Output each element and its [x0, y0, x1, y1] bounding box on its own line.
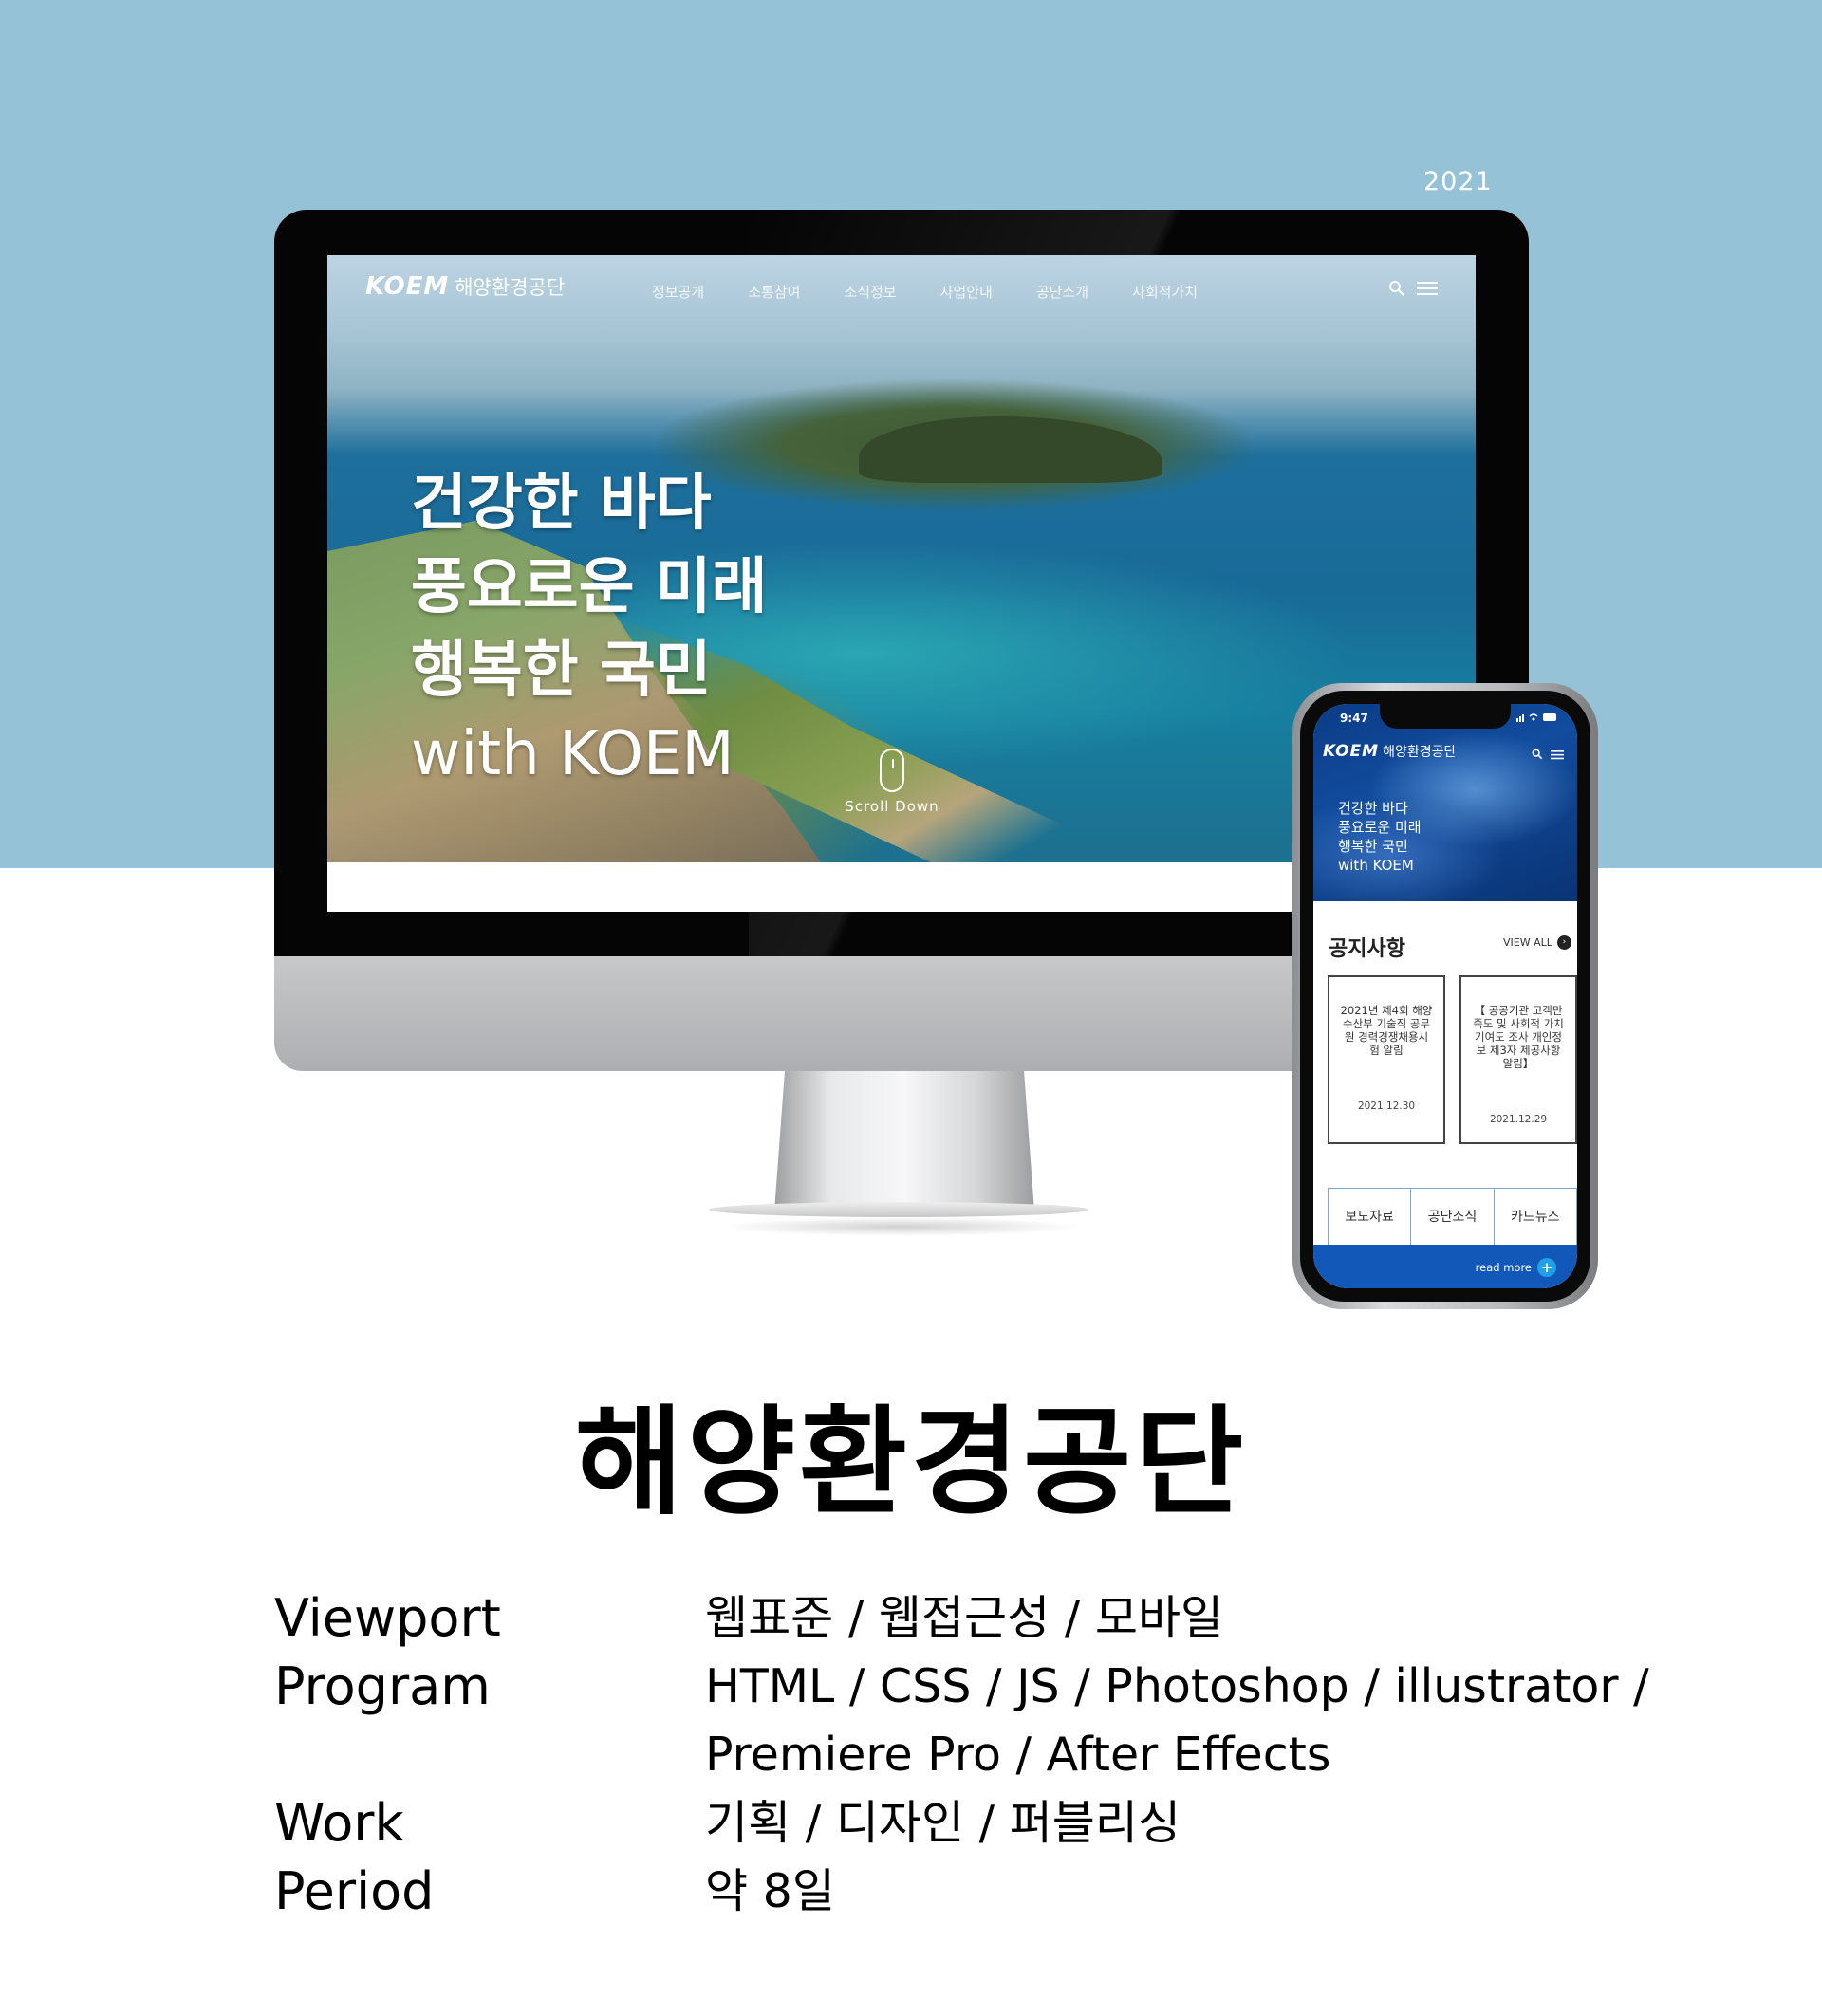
mobile-phone-mockup: 9:47 KOEM 해양환경공단 건강한 바다 풍요로운 미래 행복한 국민 w…	[1292, 683, 1598, 1309]
nav-item-participation[interactable]: 소통참여	[748, 282, 800, 302]
mouse-icon	[880, 749, 904, 792]
search-icon[interactable]	[1532, 746, 1543, 764]
status-icons	[1516, 713, 1556, 722]
scroll-down-label: Scroll Down	[845, 798, 939, 815]
detail-value-program: HTML / CSS / JS / Photoshop / illustrato…	[705, 1659, 1649, 1713]
koem-logo[interactable]: KOEM 해양환경공단	[365, 272, 565, 301]
notice-line: 족도 및 사회적 가치	[1473, 1017, 1564, 1030]
notice-line: 알림】	[1502, 1057, 1534, 1070]
notice-line: 2021년 제4회 해양	[1340, 1004, 1433, 1017]
mobile-hero-copy: 건강한 바다 풍요로운 미래 행복한 국민 with KOEM	[1338, 799, 1422, 875]
nav-item-news[interactable]: 소식정보	[844, 282, 896, 302]
detail-value-period: 약 8일	[705, 1864, 835, 1918]
desktop-header: KOEM 해양환경공단 정보공개 소통참여 소식정보 사업안내 공단소개 사회적…	[327, 255, 1476, 327]
plus-icon: +	[1537, 1258, 1556, 1277]
tab-press-release[interactable]: 보도자료	[1329, 1189, 1412, 1245]
phone-bezel: 9:47 KOEM 해양환경공단 건강한 바다 풍요로운 미래 행복한 국민 w…	[1300, 691, 1590, 1302]
notice-line: 【 공공기관 고객만	[1474, 1004, 1563, 1017]
logo-name: 해양환경공단	[1383, 745, 1457, 760]
nav-item-social-value[interactable]: 사회적가치	[1132, 282, 1198, 302]
hero-line: 풍요로운 미래	[411, 552, 768, 622]
chevron-right-icon: ›	[1556, 935, 1571, 950]
notice-text: 2021년 제4회 해양 수산부 기술직 공무 원 경력경쟁채용시 험 알림	[1335, 1004, 1438, 1057]
detail-value-work: 기획 / 디자인 / 퍼블리싱	[705, 1796, 1181, 1850]
detail-label-work: Work	[274, 1793, 404, 1853]
monitor-stand-neck	[774, 1071, 1034, 1211]
scroll-down-indicator[interactable]: Scroll Down	[840, 749, 944, 815]
logo-mark: KOEM	[365, 272, 450, 301]
hamburger-icon[interactable]	[1417, 281, 1438, 300]
search-icon[interactable]	[1388, 280, 1405, 301]
hero-copy: 건강한 바다 풍요로운 미래 행복한 국민 with KOEM	[411, 462, 768, 796]
nav-item-about[interactable]: 공단소개	[1036, 282, 1088, 302]
detail-value-program-continued: Premiere Pro / After Effects	[705, 1728, 1331, 1782]
view-all-link[interactable]: VIEW ALL ›	[1503, 935, 1571, 950]
detail-label-period: Period	[274, 1861, 435, 1921]
hero-line: 풍요로운 미래	[1338, 819, 1422, 836]
hero-island	[859, 416, 1162, 483]
mobile-screen: 9:47 KOEM 해양환경공단 건강한 바다 풍요로운 미래 행복한 국민 w…	[1313, 704, 1577, 1288]
notice-date: 2021.12.29	[1489, 1114, 1548, 1125]
notice-line: 보 제3자 제공사항	[1476, 1044, 1561, 1057]
news-tabs: 보도자료 공단소식 카드뉴스	[1328, 1188, 1577, 1245]
notice-card[interactable]: 【 공공기관 고객만 족도 및 사회적 가치 기여도 조사 개인정 보 제3자 …	[1459, 975, 1577, 1144]
hero-line: 건강한 바다	[1338, 800, 1408, 817]
hero-line: 행복한 국민	[1338, 838, 1408, 855]
mobile-hero: KOEM 해양환경공단 건강한 바다 풍요로운 미래 행복한 국민 with K…	[1313, 704, 1577, 901]
hamburger-icon[interactable]	[1551, 746, 1564, 764]
phone-notch	[1380, 704, 1511, 729]
logo-name: 해양환경공단	[455, 276, 566, 299]
status-time: 9:47	[1340, 712, 1368, 725]
notice-line: 원 경력경쟁채용시	[1344, 1030, 1429, 1044]
notice-text: 【 공공기관 고객만 족도 및 사회적 가치 기여도 조사 개인정 보 제3자 …	[1467, 1004, 1570, 1070]
year-label: 2021	[1423, 167, 1493, 196]
notice-line: 기여도 조사 개인정	[1475, 1030, 1562, 1044]
nav-item-info[interactable]: 정보공개	[652, 282, 704, 302]
read-more-bar: read more +	[1313, 1245, 1577, 1288]
hero-line: 행복한 국민	[411, 636, 712, 706]
read-more-label: read more	[1475, 1261, 1532, 1274]
hero-line: 건강한 바다	[411, 469, 712, 539]
mobile-header-icons	[1532, 746, 1564, 764]
tab-corporation-news[interactable]: 공단소식	[1411, 1189, 1495, 1245]
logo-mark: KOEM	[1323, 742, 1380, 761]
mobile-logo[interactable]: KOEM 해양환경공단	[1323, 742, 1456, 761]
tab-card-news[interactable]: 카드뉴스	[1495, 1189, 1576, 1245]
notice-date: 2021.12.30	[1357, 1100, 1416, 1112]
detail-label-viewport: Viewport	[274, 1588, 501, 1648]
notice-line: 수산부 기술직 공무	[1343, 1017, 1430, 1030]
notice-line: 험 알림	[1369, 1044, 1404, 1057]
header-icons	[1388, 280, 1438, 301]
notice-title: 공지사항	[1329, 937, 1405, 961]
read-more-button[interactable]: read more +	[1476, 1258, 1556, 1277]
notice-card[interactable]: 2021년 제4회 해양 수산부 기술직 공무 원 경력경쟁채용시 험 알림 2…	[1328, 975, 1445, 1144]
nav-item-business[interactable]: 사업안내	[940, 282, 993, 302]
main-nav: 정보공개 소통참여 소식정보 사업안내 공단소개 사회적가치	[652, 282, 1198, 302]
detail-value-viewport: 웹표준 / 웹접근성 / 모바일	[705, 1591, 1224, 1645]
hero-line: with KOEM	[1338, 857, 1414, 874]
monitor-stand-base	[709, 1202, 1088, 1217]
view-all-label: VIEW ALL	[1503, 936, 1552, 949]
project-title: 해양환경공단	[574, 1395, 1248, 1531]
detail-label-program: Program	[274, 1656, 491, 1716]
monitor-stand-shadow	[720, 1217, 1081, 1236]
hero-line: with KOEM	[411, 719, 734, 789]
